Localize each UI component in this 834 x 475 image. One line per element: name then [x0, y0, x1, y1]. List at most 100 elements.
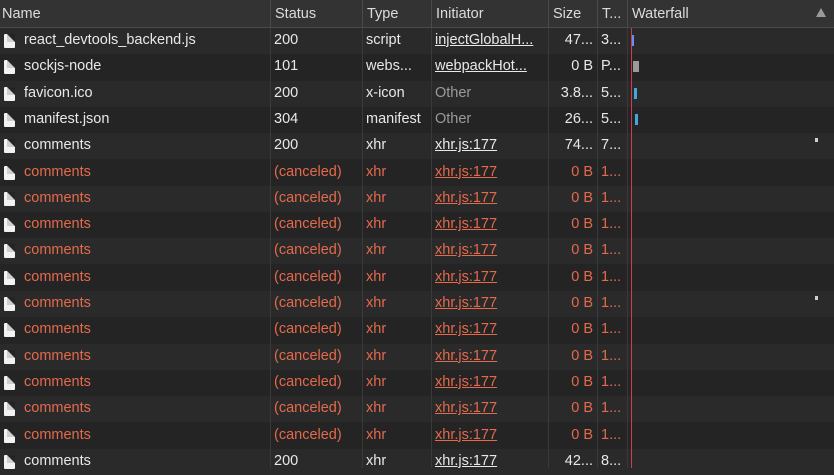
file-icon [4, 60, 15, 75]
column-divider [627, 28, 628, 468]
request-type-text: script [366, 32, 401, 48]
request-initiator-text[interactable]: xhr.js:177 [435, 295, 497, 311]
request-size: 0 B [548, 291, 597, 317]
request-row[interactable]: comments (canceled) xhr xhr.js:177 0 B 1... [0, 238, 834, 265]
file-icon [4, 218, 15, 233]
request-name: comments [0, 212, 270, 238]
request-row[interactable]: react_devtools_backend.js 200 script inject… [0, 28, 834, 54]
request-type: x-icon [362, 81, 431, 107]
request-name-label: comments [24, 137, 91, 154]
request-status: (canceled) [270, 423, 362, 449]
request-initiator-text[interactable]: xhr.js:177 [435, 137, 497, 153]
request-name: comments [0, 449, 270, 475]
request-row[interactable]: comments (canceled) xhr xhr.js:177 0 B 1... [0, 291, 834, 317]
request-type-text: x-icon [366, 84, 405, 101]
request-status-text: 200 [274, 32, 299, 48]
request-time: 1... [597, 370, 627, 396]
request-row[interactable]: comments (canceled) xhr xhr.js:177 0 B 1... [0, 396, 834, 423]
request-time: P... [597, 54, 627, 80]
request-name: comments [0, 370, 270, 396]
column-header-name[interactable]: Name [0, 0, 270, 28]
column-header-waterfall[interactable]: Waterfall [627, 0, 834, 28]
request-time: 1... [597, 160, 627, 186]
file-icon [4, 244, 15, 259]
request-initiator-text[interactable]: xhr.js:177 [435, 321, 497, 337]
request-type-text: xhr [366, 216, 387, 233]
request-status: 200 [270, 133, 362, 159]
request-type: xhr [362, 317, 431, 343]
request-name-label: favicon.ico [24, 84, 93, 101]
request-row[interactable]: comments (canceled) xhr xhr.js:177 0 B 1... [0, 264, 834, 291]
request-size: 0 B [548, 396, 597, 422]
request-initiator: Other [431, 107, 548, 133]
request-status-text: (canceled) [274, 373, 342, 390]
request-initiator-text[interactable]: xhr.js:177 [435, 348, 497, 364]
request-initiator-text[interactable]: xhr.js:177 [435, 427, 497, 443]
request-initiator-text[interactable]: xhr.js:177 [435, 216, 497, 232]
request-time: 7... [597, 133, 627, 159]
scroll-marker [815, 138, 818, 142]
sort-ascending-icon[interactable] [816, 8, 826, 17]
request-initiator-text[interactable]: xhr.js:177 [435, 190, 497, 206]
request-row[interactable]: comments (canceled) xhr xhr.js:177 0 B 1... [0, 185, 834, 212]
request-time: 1... [597, 344, 627, 370]
request-initiator-text[interactable]: xhr.js:177 [435, 269, 497, 285]
request-size-text: 0 B [571, 216, 593, 233]
request-type-text: xhr [366, 452, 387, 469]
request-size: 0 B [548, 186, 597, 212]
request-row[interactable]: comments (canceled) xhr xhr.js:177 0 B 1... [0, 369, 834, 396]
request-initiator-text[interactable]: xhr.js:177 [435, 164, 497, 180]
file-icon [4, 165, 15, 180]
request-status-text: (canceled) [274, 242, 342, 259]
column-header-status[interactable]: Status [270, 0, 362, 28]
request-initiator: xhr.js:177 [431, 344, 548, 370]
request-row[interactable]: manifest.json 304 manifest Other 26... 5... [0, 106, 834, 133]
request-time: 5... [597, 107, 627, 133]
request-row[interactable]: comments 200 xhr xhr.js:177 42... 8... [0, 448, 834, 475]
request-initiator-text[interactable]: xhr.js:177 [435, 400, 497, 416]
request-row[interactable]: comments (canceled) xhr xhr.js:177 0 B 1... [0, 212, 834, 239]
column-header-time[interactable]: T... [597, 0, 627, 28]
request-size: 0 B [548, 265, 597, 291]
request-type: manifest [362, 107, 431, 133]
request-time: 5... [597, 81, 627, 107]
request-initiator-text[interactable]: xhr.js:177 [435, 453, 497, 469]
request-time: 1... [597, 238, 627, 264]
request-row[interactable]: comments (canceled) xhr xhr.js:177 0 B 1... [0, 422, 834, 449]
request-row[interactable]: comments 200 xhr xhr.js:177 74... 7... [0, 133, 834, 160]
request-time: 1... [597, 186, 627, 212]
request-initiator-text[interactable]: xhr.js:177 [435, 374, 497, 390]
request-status-text: (canceled) [274, 347, 342, 364]
column-header-initiator[interactable]: Initiator [431, 0, 548, 28]
request-time: 1... [597, 265, 627, 291]
request-row[interactable]: comments (canceled) xhr xhr.js:177 0 B 1... [0, 317, 834, 344]
request-time-text: 1... [601, 295, 622, 311]
request-row[interactable]: favicon.ico 200 x-icon Other 3.8... 5... [0, 80, 834, 107]
request-name-label: manifest.json [24, 110, 110, 127]
request-initiator: Other [431, 81, 548, 107]
request-row[interactable]: comments (canceled) xhr xhr.js:177 0 B 1... [0, 159, 834, 186]
request-initiator-text[interactable]: xhr.js:177 [435, 242, 497, 258]
request-size-text: 0 B [571, 163, 593, 180]
request-time-text: 1... [601, 373, 622, 390]
request-size-text: 26... [564, 110, 593, 127]
request-initiator-text[interactable]: webpackHot... [435, 58, 527, 74]
column-header-type[interactable]: Type [362, 0, 431, 28]
request-type-text: xhr [366, 137, 387, 154]
request-name-label: sockjs-node [24, 58, 102, 75]
request-initiator-text[interactable]: injectGlobalH... [435, 32, 533, 48]
file-icon [4, 270, 15, 285]
request-status: (canceled) [270, 238, 362, 264]
request-time: 1... [597, 317, 627, 343]
request-initiator: xhr.js:177 [431, 160, 548, 186]
column-header-size[interactable]: Size [548, 0, 597, 28]
request-initiator: xhr.js:177 [431, 370, 548, 396]
request-row[interactable]: comments (canceled) xhr xhr.js:177 0 B 1... [0, 343, 834, 370]
request-status: (canceled) [270, 291, 362, 317]
request-type: xhr [362, 344, 431, 370]
request-row[interactable]: sockjs-node 101 webs... webpackHot... 0 B P..… [0, 54, 834, 81]
request-size: 0 B [548, 160, 597, 186]
request-initiator: xhr.js:177 [431, 291, 548, 317]
request-size-text: 0 B [571, 58, 593, 75]
request-name-label: comments [24, 295, 91, 311]
